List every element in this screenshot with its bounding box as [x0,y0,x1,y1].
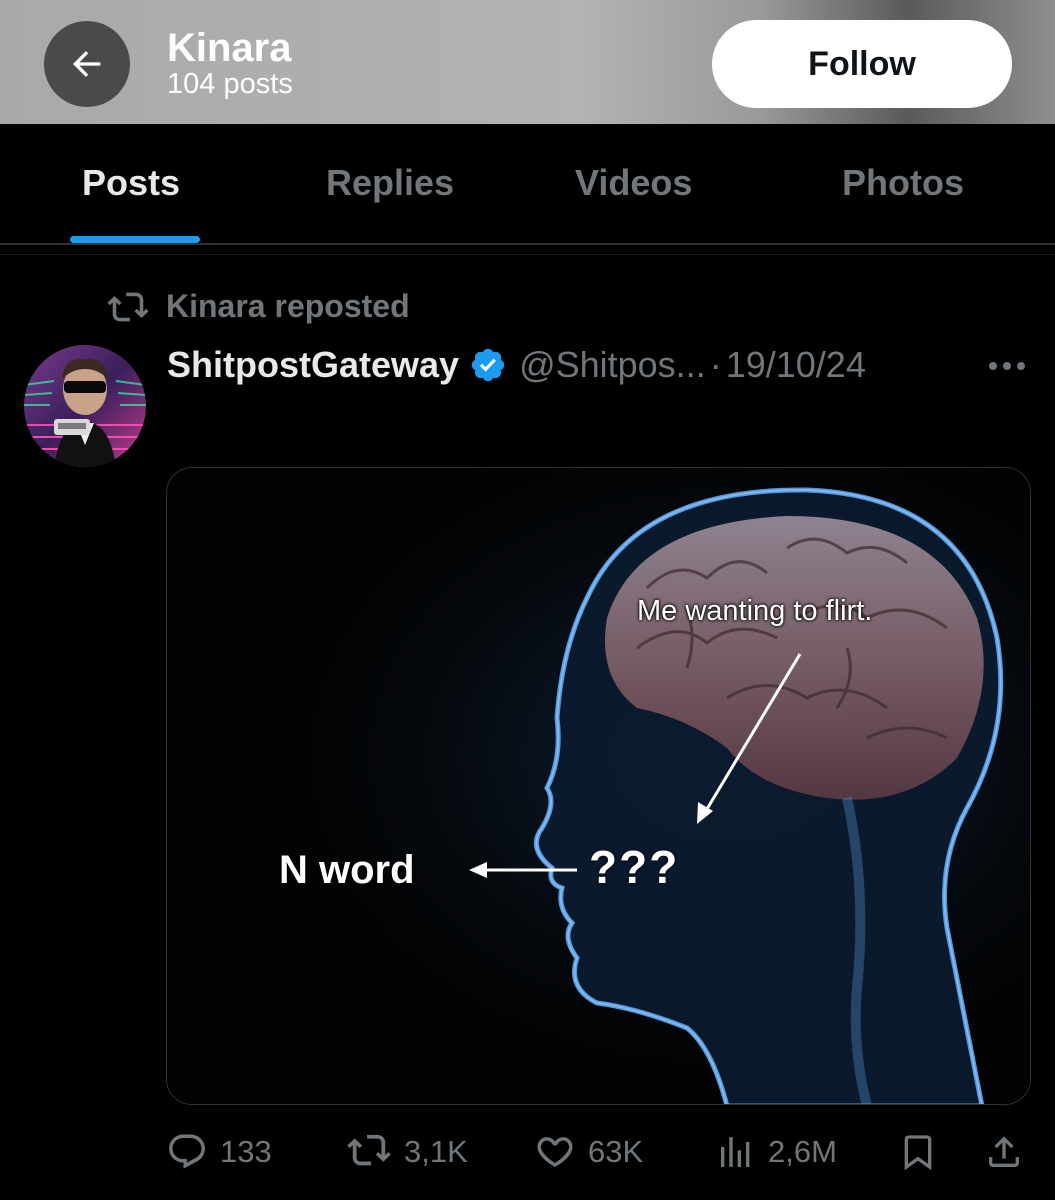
follow-button[interactable]: Follow [712,20,1012,108]
caption-center: ??? [589,841,680,893]
post-count: 104 posts [167,68,293,100]
profile-title-block: Kinara 104 posts [167,26,293,100]
more-dots-icon [989,362,1025,370]
share-icon [989,1136,1019,1167]
tab-videos[interactable]: Videos [575,162,692,204]
caption-top: Me wanting to flirt. [637,595,873,627]
brain-meme-image [167,468,1030,1104]
post-header: ShitpostGateway @Shitpos... · 19/10/24 [167,338,866,392]
repost-button[interactable]: 3,1K [346,1130,468,1174]
bookmark-icon [904,1135,932,1171]
reply-icon [169,1134,205,1169]
tab-photos[interactable]: Photos [842,162,964,204]
more-button[interactable] [984,346,1030,386]
tab-replies[interactable]: Replies [326,162,454,204]
profile-tabs: Posts Replies Videos Photos [0,124,1055,244]
repost-label: Kinara reposted [166,288,410,324]
post-actions: 133 3,1K 63K 2,6M [0,1120,1055,1184]
views-button[interactable]: 2,6M [716,1130,837,1174]
reply-button[interactable]: 133 [166,1130,272,1174]
post-date[interactable]: 19/10/24 [726,344,866,386]
tab-posts[interactable]: Posts [82,162,180,204]
repost-icon [107,292,149,321]
like-count: 63K [588,1134,644,1169]
avatar[interactable] [24,345,146,467]
repost-indicator[interactable]: Kinara reposted [106,288,410,325]
post-media[interactable]: Me wanting to flirt. N word ??? [166,467,1031,1105]
tabs-divider [0,243,1055,245]
separator-dot: · [709,344,722,385]
heart-icon [537,1137,573,1167]
repost-count: 3,1K [404,1134,468,1169]
like-button[interactable]: 63K [534,1130,643,1174]
share-button[interactable] [984,1130,1024,1174]
active-tab-indicator [70,236,200,243]
verified-badge-icon [471,348,505,382]
arrow-left-icon [73,51,101,77]
reply-count: 133 [220,1134,272,1169]
view-count: 2,6M [768,1134,837,1169]
views-chart-icon [721,1137,750,1167]
bookmark-button[interactable] [898,1130,938,1174]
back-button[interactable] [44,21,130,107]
repost-icon [347,1134,391,1166]
divider [0,254,1055,255]
author-handle[interactable]: @Shitpos... [519,344,706,386]
author-name[interactable]: ShitpostGateway [167,344,459,386]
caption-left: N word [279,848,415,892]
profile-header: Kinara 104 posts Follow [0,0,1055,124]
profile-name: Kinara [167,26,292,70]
